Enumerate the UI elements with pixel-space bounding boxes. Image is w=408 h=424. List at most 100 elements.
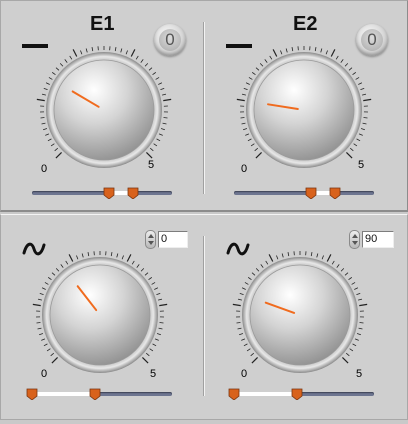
scale-tick [38,328,42,329]
phase-control: 0 [145,230,188,249]
scale-tick [359,134,363,136]
scale-tick [362,94,366,95]
scale-tick [161,129,165,130]
increment-arrow-icon[interactable] [148,234,154,238]
scale-tick [349,277,352,279]
slider-range-fill [32,392,95,396]
scale-tick [244,344,248,346]
slider-low-thumb[interactable] [103,187,115,199]
scale-tick [252,273,255,276]
scale-tick [247,349,250,351]
slider-high-thumb[interactable] [291,388,303,400]
scale-tick [288,252,289,256]
scale-tick [345,273,348,276]
scale-tick [41,339,45,341]
scale-tick [242,94,246,95]
scale-tick [249,77,252,79]
scale-tick [149,68,152,71]
scale-tick [137,264,139,267]
scale-tick [158,83,162,85]
scale-tick [40,293,44,294]
scale-tick [242,288,246,290]
slider-low-thumb[interactable] [228,388,240,400]
scale-tick [76,255,77,259]
scale-tick [345,63,348,66]
scale-tick [238,299,242,300]
phase-input[interactable]: 0 [158,231,188,248]
scale-tick [48,139,52,141]
scale-tick [237,99,245,100]
slider-high-thumb[interactable] [127,187,139,199]
scale-tick [156,77,159,79]
scale-tick [52,273,55,276]
scale-tick [155,339,159,341]
slider-low-thumb[interactable] [305,187,317,199]
scale-tick [60,63,63,66]
slider-high-thumb[interactable] [89,388,101,400]
scale-tick [152,282,155,284]
scale-tick [363,123,367,124]
phase-spinner[interactable] [145,230,156,249]
scale-tick [42,288,46,290]
scale-tick [82,254,83,258]
scale-tick [44,344,48,346]
scale-tick [142,357,148,363]
phase-input[interactable]: 90 [362,231,394,248]
scale-tick [56,152,62,158]
knob-body [54,60,154,160]
scale-tick [251,144,254,146]
scale-tick [153,344,157,346]
decrement-arrow-icon[interactable] [148,241,154,245]
scale-tick [153,72,156,74]
increment-arrow-icon[interactable] [352,234,358,238]
scale-tick [350,148,353,151]
scale-tick [237,323,241,324]
scale-tick [44,88,48,89]
slider-low-thumb[interactable] [26,388,38,400]
scale-tick [164,118,168,119]
scale-tick [122,255,123,259]
scale-max-label: 5 [356,368,362,380]
scale-tick [150,349,153,351]
scale-tick [244,88,248,89]
scale-tick [92,47,93,51]
scale-tick [42,123,46,124]
scale-tick [265,59,267,62]
knob[interactable] [0,0,204,210]
scale-tick [121,49,122,53]
scale-tick [146,353,149,356]
range-slider[interactable] [32,191,172,195]
range-slider[interactable] [234,191,374,195]
scale-tick [337,264,339,267]
scale-tick [41,118,45,119]
scale-tick [256,152,262,158]
scale-tick [273,49,277,56]
knob-body [254,60,354,160]
scale-tick [245,282,248,284]
decrement-arrow-icon[interactable] [352,241,358,245]
scale-tick [160,88,164,89]
scale-tick [358,83,362,85]
scale-tick [357,334,361,335]
scale-tick [251,353,254,356]
scale-tick [252,72,255,74]
scale-tick [45,134,49,136]
scale-tick [360,88,364,89]
source-e1: E1 0 0 5 [0,0,204,210]
scale-min-label: 0 [41,163,47,175]
knob-body [250,265,350,365]
scale-tick [163,99,171,100]
scale-tick [160,323,164,324]
scale-tick [252,357,258,363]
scale-tick [37,99,45,100]
scale-tick [51,353,54,356]
scale-tick [292,47,293,51]
scale-tick [256,268,259,271]
scale-tick [332,261,334,264]
phase-spinner[interactable] [349,230,360,249]
slider-high-thumb[interactable] [329,187,341,199]
source-e2: E2 0 0 5 [204,0,408,210]
knob[interactable] [204,0,408,210]
scale-tick [246,83,250,85]
scale-tick [156,293,160,294]
